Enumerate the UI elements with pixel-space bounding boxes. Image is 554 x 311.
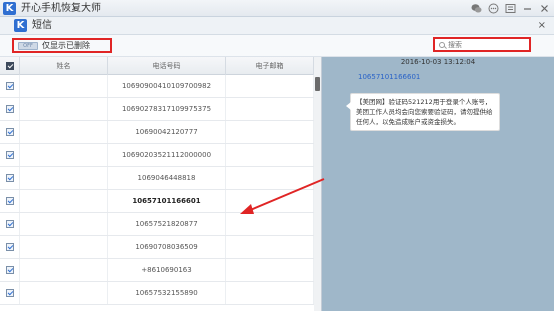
- message-detail-pane: 2016-10-03 13:12:04 10657101166601 【美团网】…: [322, 57, 554, 311]
- checkbox-icon: [6, 128, 14, 136]
- row-name: [20, 259, 108, 281]
- row-checkbox[interactable]: [0, 236, 20, 258]
- column-header-email[interactable]: 电子邮箱: [226, 57, 314, 75]
- row-checkbox[interactable]: [0, 144, 20, 166]
- checkbox-icon: [6, 174, 14, 182]
- table-row[interactable]: 1069004212077​7: [0, 121, 314, 144]
- row-name: [20, 236, 108, 258]
- checkbox-icon: [6, 266, 14, 274]
- sms-table: 姓名 电话号码 电子邮箱 1069090041010970098​2 10690…: [0, 57, 322, 311]
- row-email: [226, 282, 314, 304]
- row-name: [20, 98, 108, 120]
- checkbox-icon: [6, 289, 14, 297]
- row-phone: 1069090041010970098​2: [108, 75, 226, 97]
- deleted-only-toggle[interactable]: OFF: [18, 41, 38, 50]
- row-name: [20, 190, 108, 212]
- row-name: [20, 167, 108, 189]
- row-phone: +8610690163: [108, 259, 226, 281]
- close-icon[interactable]: [539, 3, 550, 14]
- row-checkbox[interactable]: [0, 190, 20, 212]
- row-email: [226, 190, 314, 212]
- table-row[interactable]: 10657521820877: [0, 213, 314, 236]
- row-checkbox[interactable]: [0, 121, 20, 143]
- row-email: [226, 98, 314, 120]
- row-checkbox[interactable]: [0, 75, 20, 97]
- feedback-icon[interactable]: [488, 3, 499, 14]
- row-email: [226, 213, 314, 235]
- title-bar: K 开心手机恢复大师: [0, 0, 554, 17]
- table-row[interactable]: 1069090041010970098​2: [0, 75, 314, 98]
- message-date: 2016-10-03 13:12:04: [400, 58, 476, 66]
- row-phone: 10657521820877: [108, 213, 226, 235]
- row-email: [226, 259, 314, 281]
- checkbox-icon: [6, 62, 14, 70]
- row-name: [20, 75, 108, 97]
- message-bubble: 【美团网】验证码521212用于登录个人账号，美团工作人员均会向您索要验证码，请…: [346, 93, 500, 131]
- checkbox-icon: [6, 105, 14, 113]
- row-email: [226, 236, 314, 258]
- minimize-icon[interactable]: [522, 3, 533, 14]
- row-checkbox[interactable]: [0, 213, 20, 235]
- checkbox-icon: [6, 243, 14, 251]
- search-box[interactable]: [433, 37, 531, 52]
- row-name: [20, 121, 108, 143]
- row-name: [20, 144, 108, 166]
- wechat-icon[interactable]: [471, 3, 482, 14]
- checkbox-icon: [6, 82, 14, 90]
- row-phone: 10690203521112000000: [108, 144, 226, 166]
- row-phone: 10657101166601: [108, 190, 226, 212]
- panel-close-icon[interactable]: ×: [538, 19, 546, 33]
- panel-logo: K: [14, 19, 27, 32]
- table-scrollbar[interactable]: [314, 57, 321, 311]
- menu-icon[interactable]: [505, 3, 516, 14]
- row-checkbox[interactable]: [0, 167, 20, 189]
- scrollbar-thumb[interactable]: [315, 77, 320, 91]
- table-row[interactable]: 10690278317109975375: [0, 98, 314, 121]
- table-row[interactable]: 1069070803650​9: [0, 236, 314, 259]
- table-row[interactable]: 1069046448818: [0, 167, 314, 190]
- row-email: [226, 167, 314, 189]
- window-controls: [471, 2, 550, 15]
- table-header: 姓名 电话号码 电子邮箱: [0, 57, 314, 75]
- app-logo: K: [3, 2, 16, 15]
- panel-header: K 短信 ×: [0, 17, 554, 35]
- table-row[interactable]: +8610690163: [0, 259, 314, 282]
- table-row[interactable]: 10690203521112000000: [0, 144, 314, 167]
- row-checkbox[interactable]: [0, 259, 20, 281]
- table-row-selected[interactable]: 10657101166601: [0, 190, 314, 213]
- search-icon: [439, 41, 445, 48]
- search-input[interactable]: [448, 40, 528, 49]
- row-email: [226, 75, 314, 97]
- app-title: 开心手机恢复大师: [21, 3, 101, 14]
- table-row[interactable]: 10657532155890: [0, 282, 314, 305]
- message-sender: 10657101166601: [358, 73, 421, 81]
- column-header-phone[interactable]: 电话号码: [108, 57, 226, 75]
- deleted-only-filter[interactable]: OFF 仅显示已删除: [12, 38, 112, 53]
- toolbar: OFF 仅显示已删除: [0, 35, 554, 57]
- row-name: [20, 213, 108, 235]
- table-body: 1069090041010970098​2 106902783171099753…: [0, 75, 314, 311]
- row-name: [20, 282, 108, 304]
- row-phone: 10690278317109975375: [108, 98, 226, 120]
- select-all-checkbox[interactable]: [0, 57, 20, 75]
- row-phone: 1069004212077​7: [108, 121, 226, 143]
- panel-title: 短信: [32, 20, 52, 31]
- row-phone: 1069070803650​9: [108, 236, 226, 258]
- row-phone: 1069046448818: [108, 167, 226, 189]
- row-phone: 10657532155890: [108, 282, 226, 304]
- row-checkbox[interactable]: [0, 98, 20, 120]
- row-checkbox[interactable]: [0, 282, 20, 304]
- row-email: [226, 144, 314, 166]
- checkbox-icon: [6, 220, 14, 228]
- column-header-name[interactable]: 姓名: [20, 57, 108, 75]
- checkbox-icon: [6, 151, 14, 159]
- row-email: [226, 121, 314, 143]
- checkbox-icon: [6, 197, 14, 205]
- deleted-only-label: 仅显示已删除: [42, 41, 90, 50]
